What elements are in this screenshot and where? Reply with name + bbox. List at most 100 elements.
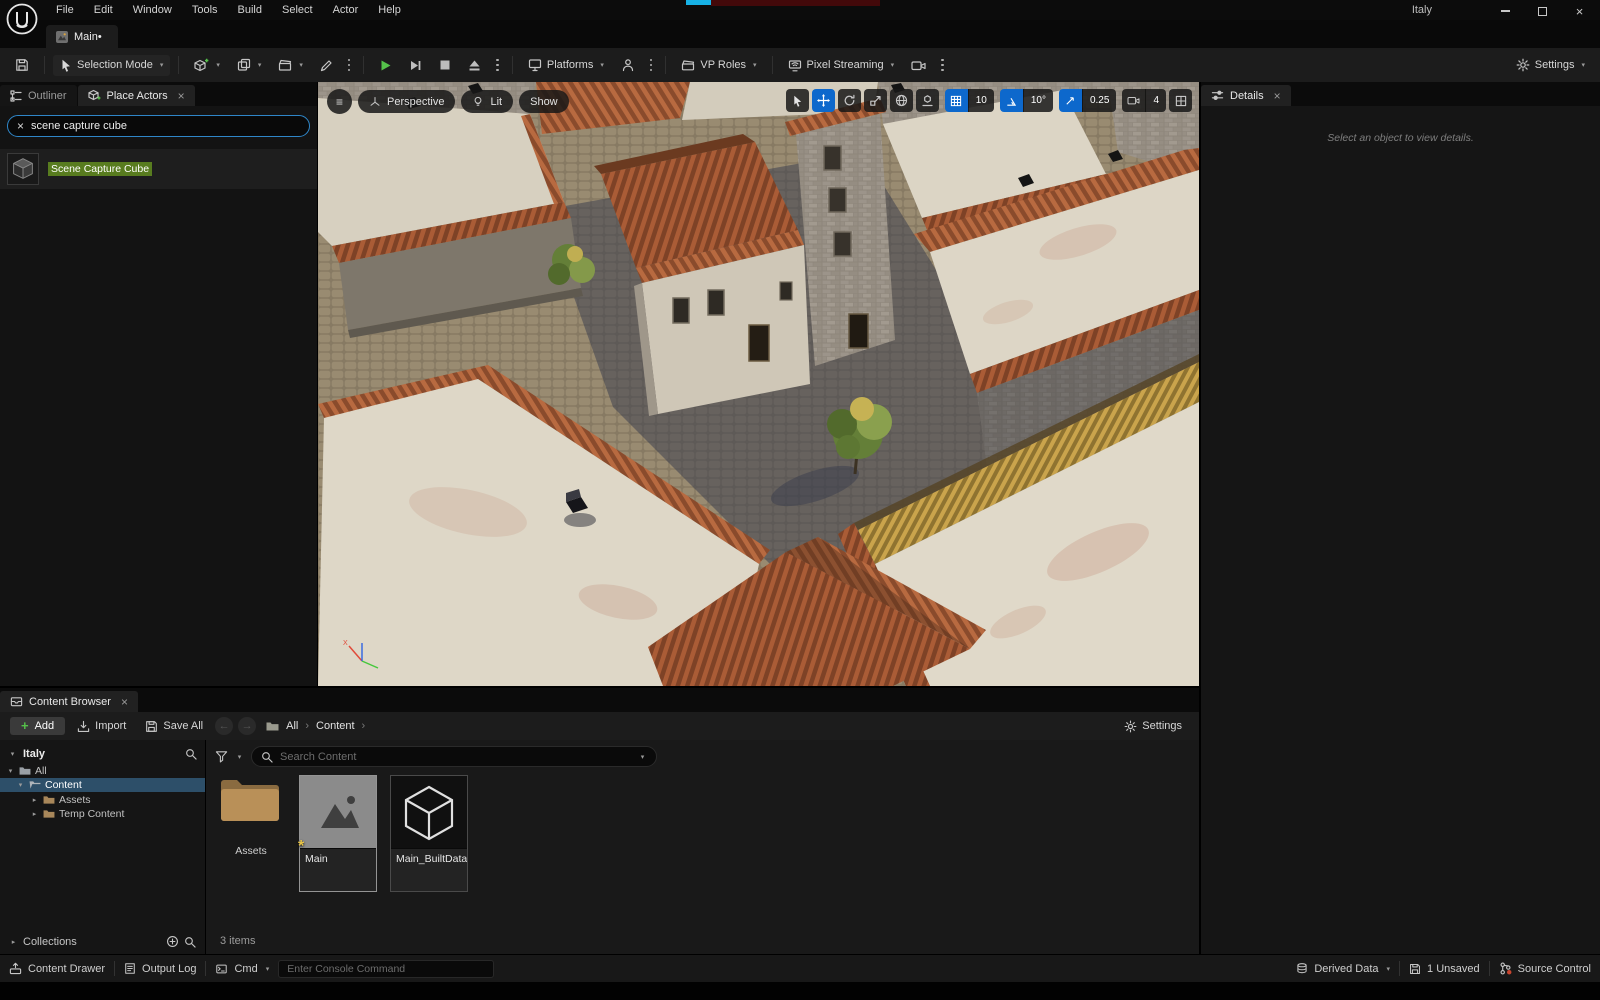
lit-dropdown[interactable]: Lit [461, 90, 513, 113]
filter-icon[interactable] [215, 750, 228, 763]
menu-build[interactable]: Build [228, 1, 272, 19]
tab-content-browser[interactable]: Content Browser × [0, 691, 138, 712]
forward-icon[interactable]: → [238, 717, 256, 735]
close-icon[interactable]: × [178, 89, 185, 103]
tab-outliner[interactable]: Outliner [0, 85, 77, 106]
save-button[interactable] [8, 54, 36, 76]
blueprints-dropdown[interactable]: ▾ [230, 54, 269, 76]
play-options-icon[interactable] [491, 59, 504, 72]
rotation-snap-value[interactable]: 10° [1023, 89, 1053, 112]
asset-folder-assets[interactable]: Assets [216, 775, 286, 857]
world-local-toggle[interactable] [890, 89, 913, 112]
play-button[interactable] [372, 55, 399, 76]
camera-speed-control[interactable]: 4 [1122, 89, 1166, 112]
rotation-snap-control[interactable]: 10° [1000, 89, 1053, 112]
menu-tools[interactable]: Tools [182, 1, 228, 19]
close-icon[interactable]: × [121, 695, 128, 709]
close-icon[interactable]: × [1274, 89, 1281, 103]
clear-search-icon[interactable]: × [17, 119, 24, 133]
toolbar-overflow-icon[interactable] [343, 59, 356, 72]
stop-button[interactable] [432, 55, 458, 75]
back-icon[interactable]: ← [215, 717, 233, 735]
cb-settings-dropdown[interactable]: Settings [1117, 716, 1189, 737]
eject-button[interactable] [461, 55, 488, 76]
add-collection-icon[interactable] [166, 935, 179, 948]
unreal-engine-logo-icon[interactable] [6, 3, 38, 35]
scale-snap-control[interactable]: 0.25 [1059, 89, 1116, 112]
asset-tile-main-builtdata[interactable]: Main_BuiltData [390, 775, 468, 892]
search-icon[interactable] [184, 936, 196, 948]
multi-user-button[interactable] [614, 54, 642, 76]
place-actors-search-box[interactable]: × [7, 115, 310, 137]
source-control-button[interactable]: Source Control [1499, 962, 1591, 975]
breadcrumb-content[interactable]: Content [316, 720, 355, 732]
search-icon[interactable] [185, 748, 197, 760]
place-actors-search-input[interactable] [31, 120, 300, 132]
menu-edit[interactable]: Edit [84, 1, 123, 19]
tab-main-level[interactable]: Main• [46, 25, 118, 48]
unsaved-button[interactable]: 1 Unsaved [1409, 963, 1480, 975]
pixel-streaming-dropdown[interactable]: Pixel Streaming▾ [781, 54, 902, 76]
scale-snap-icon[interactable] [1059, 89, 1082, 112]
vp-roles-dropdown[interactable]: VP Roles▾ [674, 54, 763, 76]
derived-data-dropdown[interactable]: Derived Data▾ [1296, 962, 1390, 975]
cinematics-dropdown[interactable]: ▾ [271, 54, 310, 76]
settings-dropdown[interactable]: Settings▾ [1509, 54, 1592, 76]
content-search-box[interactable]: ▾ [251, 746, 657, 767]
perspective-dropdown[interactable]: Perspective [358, 90, 455, 113]
grid-snap-icon[interactable] [945, 89, 968, 112]
show-dropdown[interactable]: Show [519, 90, 569, 113]
collections-row[interactable]: ▸ Collections [0, 935, 205, 948]
menu-file[interactable]: File [46, 1, 84, 19]
output-log-button[interactable]: Output Log [124, 962, 196, 975]
grid-snap-value[interactable]: 10 [968, 89, 994, 112]
content-search-input[interactable] [280, 751, 631, 763]
sources-root-row[interactable]: ▾ Italy [0, 745, 205, 763]
capture-button[interactable] [904, 55, 933, 76]
close-icon[interactable]: × [1561, 0, 1598, 22]
move-tool-button[interactable] [812, 89, 835, 112]
scale-snap-value[interactable]: 0.25 [1082, 89, 1116, 112]
tree-item-content[interactable]: ▾ Content [0, 778, 205, 792]
content-drawer-button[interactable]: Content Drawer [9, 962, 105, 975]
asset-tile-main[interactable]: * Main [299, 775, 377, 892]
menu-select[interactable]: Select [272, 1, 323, 19]
quick-add-dropdown[interactable]: ▾ [187, 54, 227, 76]
console-command-input[interactable] [278, 960, 494, 978]
minimize-icon[interactable] [1487, 0, 1524, 22]
toolbar-more-icon[interactable] [936, 59, 949, 72]
breadcrumb-all[interactable]: All [286, 720, 298, 732]
camera-speed-icon[interactable] [1122, 89, 1145, 112]
session-options-icon[interactable] [645, 59, 658, 72]
editor-modes-button[interactable] [313, 55, 340, 76]
viewport[interactable]: ≡ Perspective Lit Show [318, 82, 1199, 686]
viewport-menu-icon[interactable]: ≡ [327, 89, 352, 114]
cmd-dropdown[interactable]: Cmd▾ [215, 963, 269, 975]
platforms-dropdown[interactable]: Platforms▾ [521, 54, 611, 76]
menu-help[interactable]: Help [368, 1, 411, 19]
rotate-tool-button[interactable] [838, 89, 861, 112]
tree-item-temp-content[interactable]: ▸ Temp Content [0, 807, 205, 821]
angle-snap-icon[interactable] [1000, 89, 1023, 112]
selection-mode-dropdown[interactable]: Selection Mode▾ [53, 55, 170, 76]
save-all-button[interactable]: Save All [138, 716, 210, 737]
place-actor-result-row[interactable]: Scene Capture Cube [0, 149, 317, 189]
import-button[interactable]: Import [70, 716, 133, 737]
menu-actor[interactable]: Actor [323, 1, 369, 19]
add-button[interactable]: +Add [10, 717, 65, 735]
camera-speed-value[interactable]: 4 [1145, 89, 1166, 112]
frame-skip-button[interactable] [402, 55, 429, 76]
maximize-icon[interactable] [1524, 0, 1561, 22]
scale-tool-button[interactable] [864, 89, 887, 112]
surface-snap-button[interactable] [916, 89, 939, 112]
chevron-down-icon[interactable]: ▾ [638, 753, 647, 761]
viewport-3d-scene[interactable] [318, 82, 1199, 686]
tab-details[interactable]: Details × [1201, 85, 1291, 106]
grid-snap-control[interactable]: 10 [945, 89, 994, 112]
tab-place-actors[interactable]: Place Actors × [78, 85, 195, 106]
select-tool-button[interactable] [786, 89, 809, 112]
menu-window[interactable]: Window [123, 1, 182, 19]
tree-item-all[interactable]: ▾ All [0, 764, 205, 778]
tree-item-assets[interactable]: ▸ Assets [0, 793, 205, 807]
viewport-layout-button[interactable] [1169, 89, 1192, 112]
